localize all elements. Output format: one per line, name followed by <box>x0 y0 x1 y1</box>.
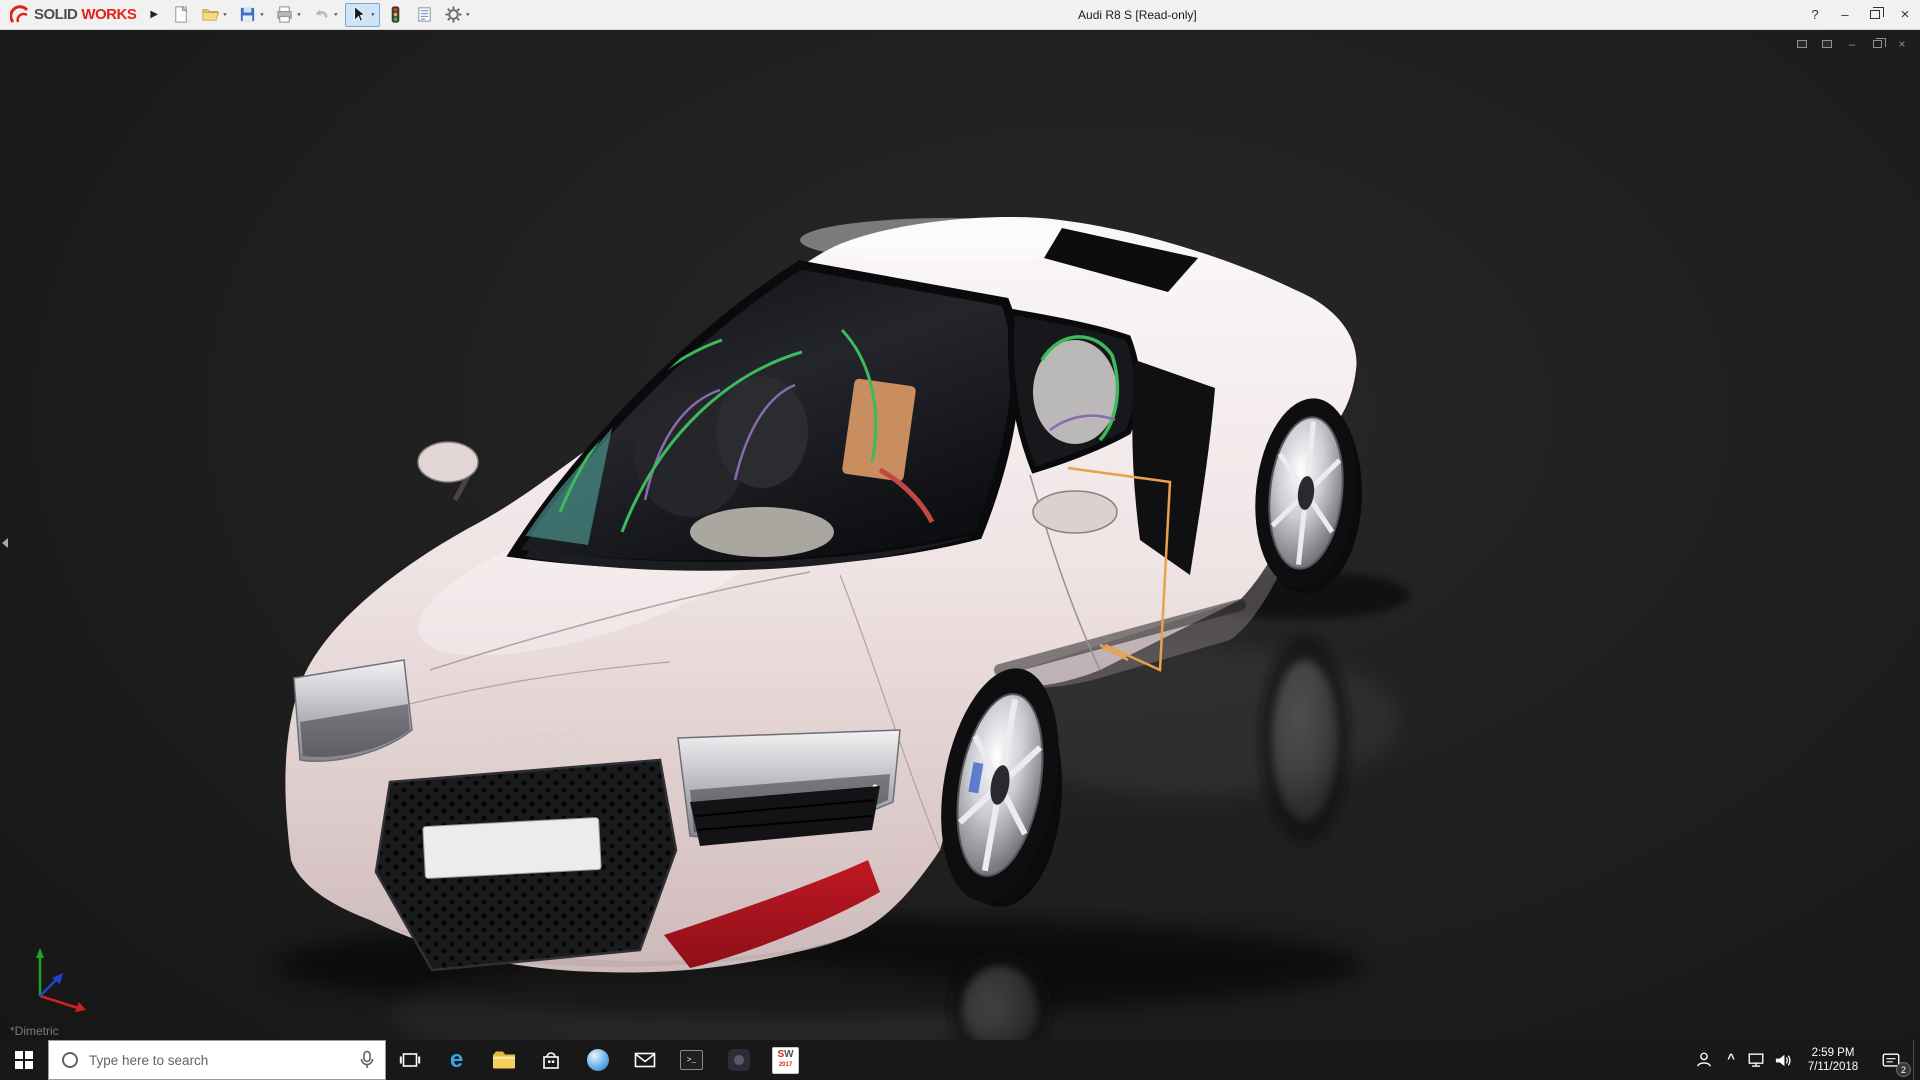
restore-icon <box>1870 10 1880 19</box>
edge-browser-button[interactable]: e <box>433 1040 480 1080</box>
clock-time: 2:59 PM <box>1812 1046 1855 1060</box>
mail-button[interactable] <box>621 1040 668 1080</box>
graphics-viewport[interactable]: – × *Dimetric <box>0 30 1920 1040</box>
solidworks-logo-icon <box>10 5 30 25</box>
volume-icon <box>1774 1051 1793 1070</box>
taskbar-search[interactable] <box>48 1040 386 1080</box>
doc-restore-button[interactable] <box>1869 36 1885 51</box>
save-button[interactable]: ▼ <box>234 3 269 27</box>
minimize-button[interactable]: – <box>1830 0 1860 29</box>
window-controls: ? – × <box>1800 0 1920 29</box>
dropdown-arrow-icon[interactable]: ▼ <box>259 12 265 17</box>
new-document-icon <box>172 5 191 24</box>
rebuild-button[interactable] <box>382 3 409 27</box>
dropdown-arrow-icon[interactable]: ▼ <box>465 12 471 17</box>
new-document-button[interactable] <box>168 3 195 27</box>
rebuild-traffic-light-icon <box>386 5 405 24</box>
mail-icon <box>634 1051 656 1069</box>
search-input[interactable] <box>89 1053 349 1068</box>
microphone-icon[interactable] <box>359 1050 375 1070</box>
select-tool-button[interactable]: ▼ <box>345 3 380 27</box>
file-explorer-button[interactable] <box>480 1040 527 1080</box>
solidworks-app-icon: SW 2017 <box>772 1047 799 1074</box>
task-view-icon <box>399 1050 421 1070</box>
command-prompt-icon: >_ <box>680 1050 703 1070</box>
file-explorer-icon <box>492 1050 516 1070</box>
solidworks-brand: SOLIDWORKS <box>0 5 144 25</box>
people-button[interactable] <box>1689 1040 1719 1080</box>
app-icon <box>728 1049 750 1071</box>
options-gear-icon <box>444 5 463 24</box>
print-icon <box>275 5 294 24</box>
brand-text-works: WORKS <box>81 6 136 23</box>
doc-minimize-button[interactable]: – <box>1844 36 1860 51</box>
volume-button[interactable] <box>1769 1040 1797 1080</box>
document-title: Audi R8 S [Read-only] <box>475 8 1800 22</box>
hidden-icons-button[interactable]: ^ <box>1719 1040 1743 1080</box>
toolbar-flyout-button[interactable]: ▶ <box>144 9 168 20</box>
command-prompt-button[interactable]: >_ <box>668 1040 715 1080</box>
windows-taskbar: e <box>0 1040 1920 1080</box>
flyout-arrow-icon <box>2 538 8 548</box>
solidworks-window: SOLIDWORKS ▶ ▼ <box>0 0 1920 1080</box>
car-model-render[interactable] <box>0 30 1920 1040</box>
store-button[interactable] <box>527 1040 574 1080</box>
app-button[interactable] <box>715 1040 762 1080</box>
notification-badge: 2 <box>1896 1062 1911 1077</box>
document-window-controls: – × <box>1794 36 1910 51</box>
edge-icon: e <box>450 1048 463 1072</box>
save-icon <box>238 5 257 24</box>
action-center-button[interactable]: 2 <box>1869 1040 1913 1080</box>
show-desktop-button[interactable] <box>1913 1040 1920 1080</box>
undo-button[interactable]: ▼ <box>308 3 343 27</box>
file-properties-button[interactable] <box>411 3 438 27</box>
doc-window-icon[interactable] <box>1794 36 1810 51</box>
solidworks-taskbar-button[interactable]: SW 2017 <box>762 1040 809 1080</box>
taskbar-clock[interactable]: 2:59 PM 7/11/2018 <box>1797 1040 1869 1080</box>
windows-logo-icon <box>15 1051 33 1069</box>
close-button[interactable]: × <box>1890 0 1920 29</box>
brand-text-solid: SOLID <box>34 6 77 23</box>
system-tray: ^ 2:59 PM 7/11/2018 <box>1689 1040 1920 1080</box>
feature-manager-flyout-tab[interactable] <box>0 530 10 556</box>
dropdown-arrow-icon[interactable]: ▼ <box>222 12 228 17</box>
cortana-icon <box>60 1050 80 1070</box>
dropdown-arrow-icon[interactable]: ▼ <box>370 12 376 17</box>
store-bag-icon <box>540 1049 562 1071</box>
taskbar-spacer <box>809 1040 1689 1080</box>
network-icon <box>1747 1051 1765 1069</box>
clock-date: 7/11/2018 <box>1808 1060 1858 1074</box>
undo-icon <box>312 5 331 24</box>
titlebar: SOLIDWORKS ▶ ▼ <box>0 0 1920 30</box>
print-button[interactable]: ▼ <box>271 3 306 27</box>
view-orientation-label: *Dimetric <box>10 1024 59 1038</box>
dropdown-arrow-icon[interactable]: ▼ <box>296 12 302 17</box>
dropdown-arrow-icon[interactable]: ▼ <box>333 12 339 17</box>
task-view-button[interactable] <box>386 1040 433 1080</box>
standard-toolbar: ▼ ▼ ▼ <box>168 3 475 27</box>
start-button[interactable] <box>0 1040 48 1080</box>
file-properties-icon <box>415 5 434 24</box>
orientation-triad <box>16 934 94 1014</box>
people-icon <box>1695 1051 1713 1069</box>
help-button[interactable]: ? <box>1800 0 1830 29</box>
doc-close-button[interactable]: × <box>1894 36 1910 51</box>
open-document-button[interactable]: ▼ <box>197 3 232 27</box>
open-folder-icon <box>201 5 220 24</box>
browser-button[interactable] <box>574 1040 621 1080</box>
browser-globe-icon <box>586 1048 610 1072</box>
options-button[interactable]: ▼ <box>440 3 475 27</box>
network-button[interactable] <box>1743 1040 1769 1080</box>
select-cursor-icon <box>349 5 368 24</box>
maximize-button[interactable] <box>1860 0 1890 29</box>
doc-window-icon[interactable] <box>1819 36 1835 51</box>
